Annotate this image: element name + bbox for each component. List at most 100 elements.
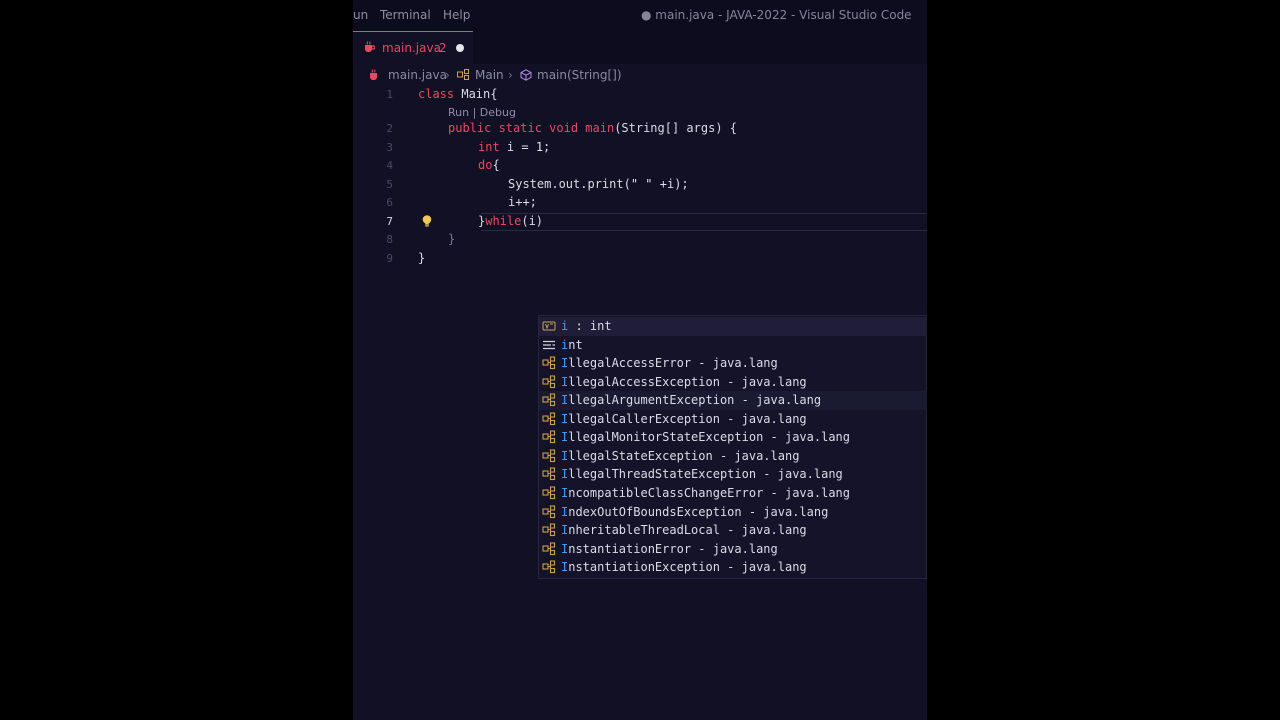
problem-count: 2 bbox=[439, 41, 447, 55]
suggestion-item[interactable]: IllegalMonitorStateException - java.lang bbox=[539, 428, 927, 447]
menu-terminal[interactable]: Terminal bbox=[380, 8, 431, 22]
code-line[interactable]: int i = 1; bbox=[478, 140, 550, 154]
line-number: 6 bbox=[386, 196, 393, 209]
code-token: i++; bbox=[508, 195, 537, 209]
suggestion-rest: nstantiationException - java.lang bbox=[568, 560, 807, 575]
suggestion-rest: : int bbox=[568, 319, 612, 333]
chevron-right-icon: › bbox=[445, 68, 450, 82]
line-number: 9 bbox=[386, 251, 393, 265]
code-token: main bbox=[585, 121, 615, 135]
class-icon bbox=[457, 69, 469, 80]
line-number: 7 bbox=[386, 214, 393, 228]
breadcrumb-file[interactable]: main.java bbox=[388, 68, 447, 82]
code-line[interactable]: System.out.print(" " +i); bbox=[508, 177, 689, 191]
breadcrumb-class[interactable]: Main bbox=[475, 68, 504, 82]
line-number: 5 bbox=[386, 177, 393, 191]
code-line[interactable]: }while(i) bbox=[478, 214, 543, 228]
suggestion-widget: i : int int IllegalAccessError - java.lang… bbox=[538, 315, 927, 579]
keyword-icon bbox=[543, 340, 555, 349]
suggestion-rest: nt bbox=[568, 337, 583, 352]
tab-label: main.java bbox=[382, 41, 441, 55]
code-line[interactable]: } bbox=[448, 232, 455, 246]
code-line[interactable]: class Main{ bbox=[418, 87, 497, 101]
suggestion-label: IndexOutOfBoundsException - java.lang bbox=[561, 505, 828, 519]
suggestion-label: IllegalMonitorStateException - java.lang bbox=[561, 430, 850, 444]
class-icon bbox=[542, 523, 556, 537]
suggestion-label: InheritableThreadLocal - java.lang bbox=[561, 523, 807, 537]
class-icon bbox=[542, 393, 556, 407]
codelens-run-debug[interactable]: Run | Debug bbox=[448, 106, 516, 119]
suggestion-item[interactable]: int bbox=[539, 336, 927, 355]
code-token: (String[] args) { bbox=[614, 121, 738, 135]
class-icon bbox=[542, 560, 556, 574]
code-token: (i) bbox=[521, 213, 544, 228]
code-line[interactable]: public static void main(String[] args) { bbox=[448, 121, 737, 135]
suggestion-rest: nstantiationError - java.lang bbox=[568, 541, 778, 556]
title-bar: un Terminal Help ● main.java - JAVA-2022… bbox=[353, 0, 927, 31]
suggestion-label: int bbox=[561, 338, 583, 352]
code-token: int bbox=[478, 139, 507, 154]
code-token: public static void bbox=[448, 121, 586, 135]
suggestion-rest: llegalAccessException - java.lang bbox=[568, 374, 807, 389]
suggestion-item[interactable]: IllegalAccessError - java.lang bbox=[539, 354, 927, 373]
suggestion-item[interactable]: IndexOutOfBoundsException - java.lang bbox=[539, 503, 927, 522]
suggestion-item[interactable]: IllegalCallerException - java.lang bbox=[539, 410, 927, 429]
suggestion-item[interactable]: IllegalThreadStateException - java.lang bbox=[539, 465, 927, 484]
suggestion-rest: ndexOutOfBoundsException - java.lang bbox=[568, 504, 829, 519]
code-token: } bbox=[448, 232, 456, 246]
breadcrumb-method[interactable]: main(String[]) bbox=[537, 68, 622, 82]
menu-help[interactable]: Help bbox=[443, 8, 470, 22]
class-icon bbox=[542, 486, 556, 499]
code-token: ; bbox=[543, 139, 551, 154]
suggestion-item[interactable]: InstantiationError - java.lang bbox=[539, 540, 927, 559]
suggestion-item[interactable]: IllegalStateException - java.lang bbox=[539, 447, 927, 466]
code-line[interactable]: } bbox=[418, 251, 425, 265]
suggestion-item[interactable]: IncompatibleClassChangeError - java.lang bbox=[539, 484, 927, 503]
code-token: while bbox=[485, 213, 522, 228]
chevron-right-icon: › bbox=[508, 68, 513, 82]
line-number: 3 bbox=[386, 140, 393, 154]
menu-run[interactable]: un bbox=[353, 8, 368, 22]
code-token: } bbox=[418, 250, 426, 265]
code-line[interactable]: do{ bbox=[478, 158, 500, 172]
code-token: do bbox=[478, 158, 493, 172]
suggestion-item[interactable]: i : int bbox=[539, 317, 927, 336]
line-number: 8 bbox=[386, 233, 393, 246]
class-icon bbox=[542, 542, 556, 555]
suggestion-label: InstantiationError - java.lang bbox=[561, 542, 778, 556]
suggestion-label: IncompatibleClassChangeError - java.lang bbox=[561, 486, 850, 500]
class-icon bbox=[542, 375, 556, 388]
class-icon bbox=[542, 467, 556, 481]
java-file-icon bbox=[370, 69, 377, 80]
suggestion-rest: llegalCallerException - java.lang bbox=[568, 411, 807, 426]
suggestion-item[interactable]: IllegalArgumentException - java.lang bbox=[539, 391, 927, 410]
suggestion-label: i : int bbox=[561, 319, 612, 333]
suggestion-rest: ncompatibleClassChangeError - java.lang bbox=[568, 485, 850, 500]
suggestion-item[interactable]: IllegalAccessException - java.lang bbox=[539, 373, 927, 392]
tab-bar: main.java 2 bbox=[353, 31, 927, 64]
code-editor[interactable]: Run | Debug 1 class Main{2 public static v… bbox=[353, 86, 927, 720]
suggestion-label: IllegalArgumentException - java.lang bbox=[561, 393, 821, 407]
code-token: i = bbox=[506, 139, 536, 154]
suggestion-rest: nheritableThreadLocal - java.lang bbox=[568, 523, 807, 538]
suggestion-label: IllegalThreadStateException - java.lang bbox=[561, 467, 843, 481]
suggestion-rest: llegalThreadStateException - java.lang bbox=[568, 467, 843, 482]
window-title: ● main.java - JAVA-2022 - Visual Studio … bbox=[641, 8, 912, 22]
suggestion-rest: llegalMonitorStateException - java.lang bbox=[568, 430, 850, 445]
suggestion-label: IllegalCallerException - java.lang bbox=[561, 412, 807, 426]
line-number: 2 bbox=[386, 122, 393, 135]
class-icon bbox=[542, 412, 556, 425]
code-token: { bbox=[492, 158, 500, 172]
line-number: 4 bbox=[386, 159, 393, 172]
lightbulb-icon[interactable] bbox=[420, 214, 434, 228]
suggestion-item[interactable]: InheritableThreadLocal - java.lang bbox=[539, 521, 927, 540]
unsaved-dot-icon[interactable] bbox=[456, 44, 464, 52]
code-line[interactable]: i++; bbox=[508, 195, 537, 209]
suggestion-item[interactable]: InstantiationException - java.lang bbox=[539, 558, 927, 577]
code-token: System.out.print( bbox=[508, 176, 631, 191]
suggestion-label: IllegalAccessException - java.lang bbox=[561, 375, 807, 389]
breadcrumb: main.java › Main › main(String[]) bbox=[353, 64, 927, 85]
class-icon bbox=[542, 449, 556, 462]
tab-main-java[interactable]: main.java 2 bbox=[353, 31, 473, 64]
java-file-icon bbox=[365, 41, 375, 52]
